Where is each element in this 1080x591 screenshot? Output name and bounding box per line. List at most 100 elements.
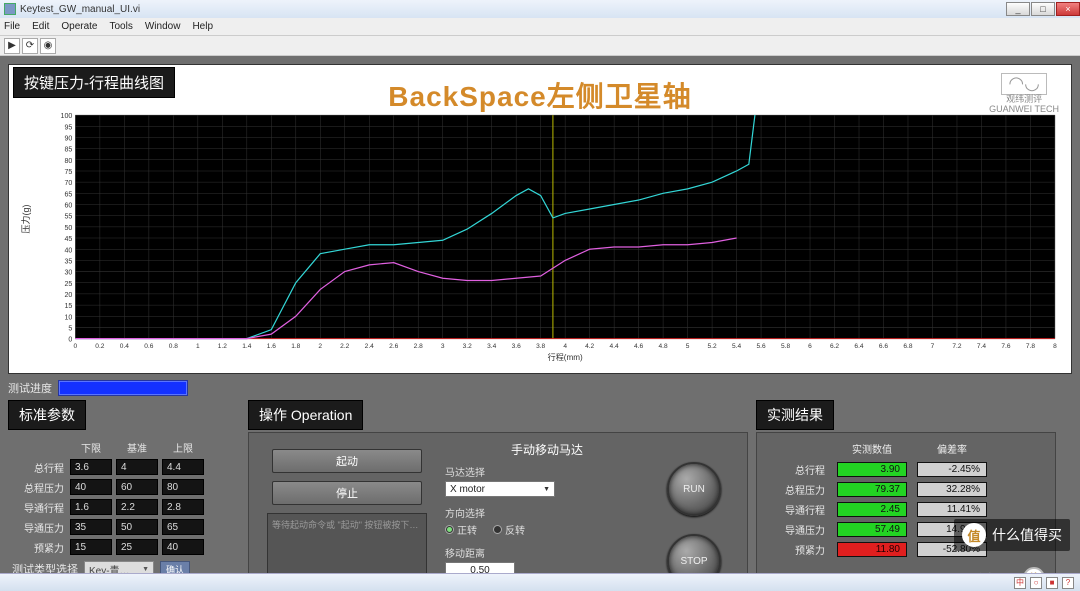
svg-text:4.2: 4.2 — [585, 343, 594, 350]
svg-text:5.2: 5.2 — [708, 343, 717, 350]
motor-label: 马达选择 — [445, 464, 649, 479]
std-mid-input[interactable]: 60 — [116, 479, 158, 495]
svg-text:60: 60 — [64, 202, 72, 210]
svg-text:5: 5 — [68, 324, 72, 332]
std-col-lo: 下限 — [70, 440, 112, 455]
svg-text:5.4: 5.4 — [732, 343, 741, 350]
menu-tools[interactable]: Tools — [110, 21, 133, 32]
maximize-button[interactable]: □ — [1031, 2, 1055, 16]
workspace: 按键压力-行程曲线图 BackSpace左侧卫星轴 ◠◡ 观纬测评 GUANWE… — [0, 56, 1080, 573]
std-hi-input[interactable]: 65 — [162, 519, 204, 535]
menu-operate[interactable]: Operate — [61, 21, 97, 32]
svg-text:6: 6 — [808, 343, 812, 350]
svg-text:30: 30 — [64, 269, 72, 277]
svg-text:6.4: 6.4 — [854, 343, 863, 350]
chart-plot[interactable]: 0510152025303540455055606570758085909510… — [47, 109, 1061, 363]
std-lo-input[interactable]: 3.6 — [70, 459, 112, 475]
svg-text:4.8: 4.8 — [659, 343, 668, 350]
svg-text:35: 35 — [64, 257, 72, 265]
menu-window[interactable]: Window — [145, 21, 181, 32]
progress-bar — [58, 380, 188, 396]
tray-ime-icon[interactable]: 中 — [1014, 577, 1026, 589]
minimize-button[interactable]: _ — [1006, 2, 1030, 16]
run-vi-button[interactable]: ▶ — [4, 38, 20, 54]
progress-label: 测试进度 — [8, 380, 52, 396]
res-col-val: 实测数值 — [837, 441, 907, 456]
svg-text:8: 8 — [1053, 343, 1057, 350]
svg-text:6.8: 6.8 — [903, 343, 912, 350]
svg-text:25: 25 — [64, 280, 72, 288]
res-deviation: 11.41% — [917, 502, 987, 517]
menu-file[interactable]: File — [4, 21, 20, 32]
svg-text:4.6: 4.6 — [634, 343, 643, 350]
std-mid-input[interactable]: 50 — [116, 519, 158, 535]
std-hi-input[interactable]: 80 — [162, 479, 204, 495]
status-bar: 中 ○ ■ ? — [0, 573, 1080, 591]
svg-text:2.2: 2.2 — [340, 343, 349, 350]
window-titlebar: Keytest_GW_manual_UI.vi _ □ × — [0, 0, 1080, 18]
svg-text:行程(mm): 行程(mm) — [548, 352, 583, 362]
tray-icon-2[interactable]: ○ — [1030, 577, 1042, 589]
svg-text:6.2: 6.2 — [830, 343, 839, 350]
start-button[interactable]: 起动 — [272, 449, 422, 473]
tray-help-icon[interactable]: ? — [1062, 577, 1074, 589]
manual-title: 手动移动马达 — [445, 441, 649, 458]
std-lo-input[interactable]: 40 — [70, 479, 112, 495]
std-mid-input[interactable]: 2.2 — [116, 499, 158, 515]
svg-text:85: 85 — [64, 146, 72, 154]
svg-text:0.6: 0.6 — [144, 343, 153, 350]
svg-text:1.8: 1.8 — [291, 343, 300, 350]
res-label: 总行程 — [767, 462, 827, 477]
run-continuous-button[interactable]: ⟳ — [22, 38, 38, 54]
tray-icon-3[interactable]: ■ — [1046, 577, 1058, 589]
res-value: 3.90 — [837, 462, 907, 477]
res-label: 总程压力 — [767, 482, 827, 497]
std-lo-input[interactable]: 1.6 — [70, 499, 112, 515]
svg-text:90: 90 — [64, 134, 72, 142]
run-round-button[interactable]: RUN — [667, 462, 721, 516]
std-mid-input[interactable]: 25 — [116, 539, 158, 555]
svg-text:1.2: 1.2 — [218, 343, 227, 350]
stop-button[interactable]: 停止 — [272, 481, 422, 505]
abort-button[interactable]: ◉ — [40, 38, 56, 54]
toolbar: ▶ ⟳ ◉ — [0, 36, 1080, 56]
svg-text:2.6: 2.6 — [389, 343, 398, 350]
menu-help[interactable]: Help — [192, 21, 213, 32]
motor-select[interactable]: X motor — [445, 481, 555, 497]
svg-text:1.6: 1.6 — [267, 343, 276, 350]
dir-reverse-radio[interactable]: 反转 — [493, 522, 525, 537]
svg-text:1: 1 — [196, 343, 200, 350]
svg-text:15: 15 — [64, 302, 72, 310]
std-hi-input[interactable]: 40 — [162, 539, 204, 555]
std-mid-input[interactable]: 4 — [116, 459, 158, 475]
svg-text:3: 3 — [441, 343, 445, 350]
std-row: 总程压力 40 60 80 — [12, 479, 236, 495]
std-lo-input[interactable]: 35 — [70, 519, 112, 535]
close-button[interactable]: × — [1056, 2, 1080, 16]
std-hi-input[interactable]: 2.8 — [162, 499, 204, 515]
svg-text:70: 70 — [64, 179, 72, 187]
svg-text:4.4: 4.4 — [610, 343, 619, 350]
res-value: 11.80 — [837, 542, 907, 557]
svg-text:3.2: 3.2 — [463, 343, 472, 350]
std-label: 预紧力 — [12, 540, 66, 555]
svg-text:6.6: 6.6 — [879, 343, 888, 350]
svg-text:65: 65 — [64, 190, 72, 198]
svg-text:50: 50 — [64, 224, 72, 232]
std-lo-input[interactable]: 15 — [70, 539, 112, 555]
svg-text:7.4: 7.4 — [977, 343, 986, 350]
svg-text:0: 0 — [74, 343, 78, 350]
res-value: 79.37 — [837, 482, 907, 497]
svg-text:0: 0 — [68, 336, 72, 344]
svg-text:3.8: 3.8 — [536, 343, 545, 350]
std-hi-input[interactable]: 4.4 — [162, 459, 204, 475]
window-title: Keytest_GW_manual_UI.vi — [20, 4, 1005, 15]
watermark-icon: 值 — [962, 523, 986, 547]
svg-text:7: 7 — [931, 343, 935, 350]
svg-text:75: 75 — [64, 168, 72, 176]
std-row: 导通行程 1.6 2.2 2.8 — [12, 499, 236, 515]
res-row: 总行程 3.90 -2.45% — [767, 462, 1045, 477]
menu-edit[interactable]: Edit — [32, 21, 49, 32]
svg-text:0.8: 0.8 — [169, 343, 178, 350]
dir-forward-radio[interactable]: 正转 — [445, 522, 477, 537]
